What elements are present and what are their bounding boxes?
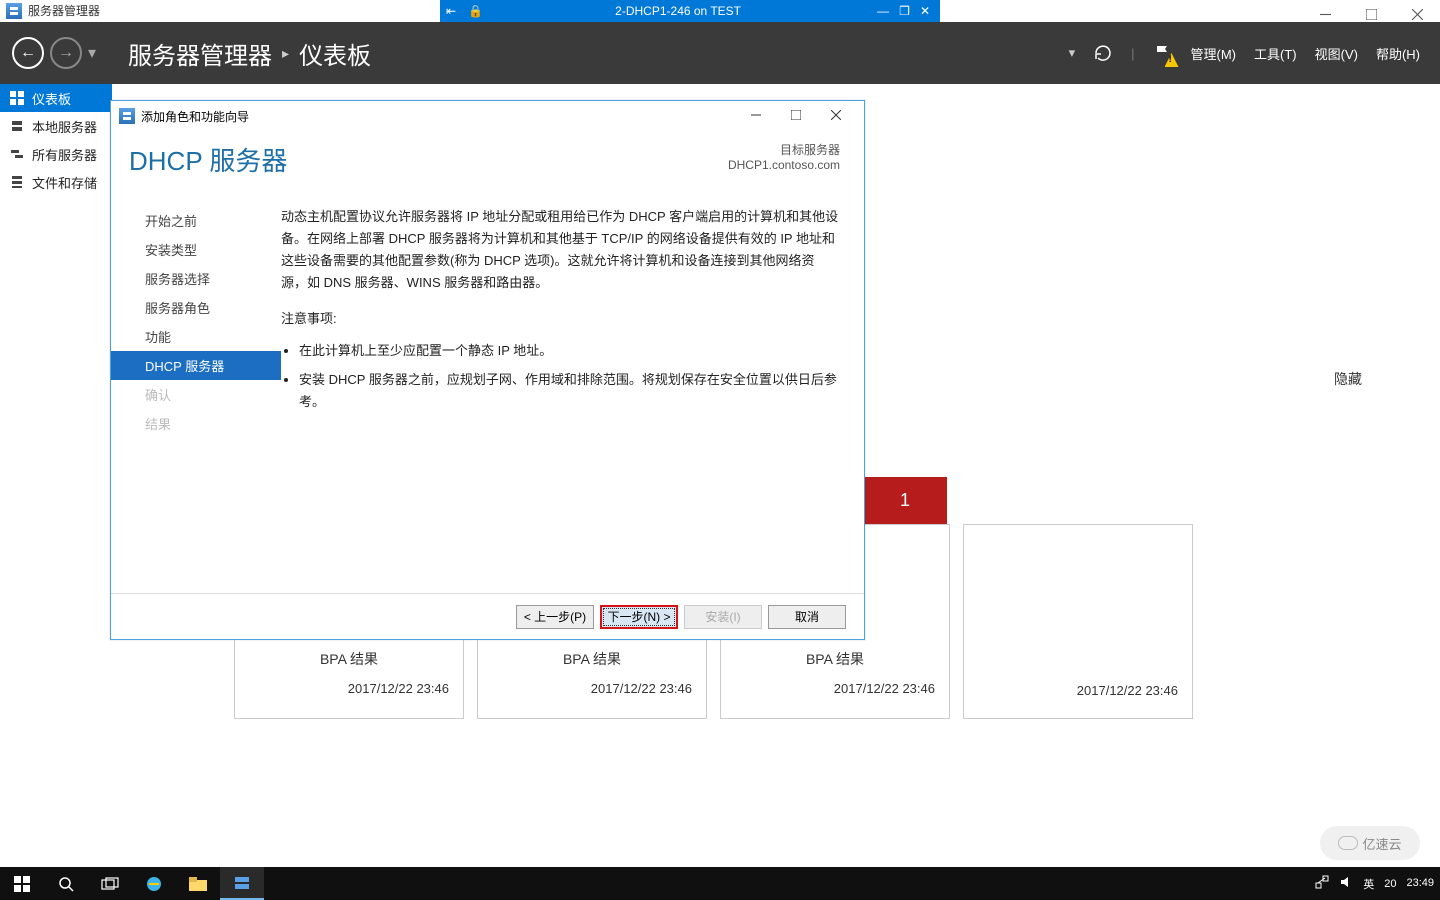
refresh-icon[interactable] xyxy=(1093,43,1113,63)
taskbar-ie-icon[interactable] xyxy=(132,867,176,900)
install-button: 安装(I) xyxy=(684,605,762,629)
search-button[interactable] xyxy=(44,867,88,900)
next-button[interactable]: 下一步(N) > xyxy=(600,605,678,629)
tile-bpa-label: BPA 结果 xyxy=(721,641,949,669)
dashboard-icon xyxy=(10,91,24,105)
app-title: 服务器管理器 xyxy=(28,2,100,19)
left-nav: 仪表板 本地服务器 所有服务器 文件和存储 xyxy=(0,84,112,867)
nav-forward-button[interactable]: → xyxy=(50,37,82,69)
tile-timestamp: 2017/12/22 23:46 xyxy=(721,669,949,696)
wizard-note-2: 安装 DHCP 服务器之前，应规划子网、作用域和排除范围。将规划保存在安全位置以… xyxy=(299,369,840,413)
wizard-close-button[interactable] xyxy=(816,109,856,123)
wizard-title-text: 添加角色和功能向导 xyxy=(141,108,249,125)
wizard-icon xyxy=(119,108,135,124)
nav-file-storage[interactable]: 文件和存储 xyxy=(0,168,112,196)
taskbar-explorer-icon[interactable] xyxy=(176,867,220,900)
cloud-icon xyxy=(1338,836,1358,850)
server-manager-icon xyxy=(6,3,22,19)
taskbar-server-manager-icon[interactable] xyxy=(220,867,264,900)
step-features[interactable]: 功能 xyxy=(139,322,281,351)
nav-local-server[interactable]: 本地服务器 xyxy=(0,112,112,140)
nav-dropdown-icon[interactable]: ▾ xyxy=(88,43,96,63)
vm-pin-icon[interactable]: ⇤ xyxy=(440,4,462,18)
system-tray: 英 20 23:49 xyxy=(1315,875,1440,892)
tray-date-hint[interactable]: 20 xyxy=(1384,878,1396,890)
wizard-note-1: 在此计算机上至少应配置一个静态 IP 地址。 xyxy=(299,340,840,362)
outer-window: ⇤ 🔒 2-DHCP1-246 on TEST — ❐ ✕ 服务器管理器 ← →… xyxy=(0,0,1440,900)
vm-lock-icon[interactable]: 🔒 xyxy=(462,4,489,18)
tray-network-icon[interactable] xyxy=(1315,875,1329,892)
nav-dashboard-label: 仪表板 xyxy=(32,89,71,108)
taskbar: 英 20 23:49 xyxy=(0,867,1440,900)
alert-count-badge[interactable]: 1 xyxy=(863,477,947,524)
step-server-roles[interactable]: 服务器角色 xyxy=(139,293,281,322)
vm-minimize-button[interactable]: — xyxy=(877,4,889,18)
wizard-body-text: 动态主机配置协议允许服务器将 IP 地址分配或租用给已作为 DHCP 客户端启用… xyxy=(281,206,840,294)
tray-time: 23:49 xyxy=(1406,877,1434,889)
header-bar: ← → ▾ 服务器管理器 ▸ 仪表板 ▾ | 管理(M) 工具(T) 视图(V)… xyxy=(0,22,1440,84)
task-view-button[interactable] xyxy=(88,867,132,900)
tray-volume-icon[interactable] xyxy=(1339,875,1353,892)
wizard-steps-nav: 开始之前 安装类型 服务器选择 服务器角色 功能 DHCP 服务器 确认 结果 xyxy=(111,206,281,578)
previous-button[interactable]: < 上一步(P) xyxy=(516,605,594,629)
vm-close-button[interactable]: ✕ xyxy=(920,4,930,18)
nav-all-label: 所有服务器 xyxy=(32,145,97,164)
start-button[interactable] xyxy=(0,867,44,900)
menu-tools[interactable]: 工具(T) xyxy=(1254,44,1297,63)
step-dhcp-server[interactable]: DHCP 服务器 xyxy=(111,351,281,380)
watermark-text: 亿速云 xyxy=(1362,834,1401,853)
tile-timestamp: 2017/12/22 23:46 xyxy=(478,669,706,696)
wizard-button-row: < 上一步(P) 下一步(N) > 安装(I) 取消 xyxy=(111,593,864,639)
breadcrumb-root[interactable]: 服务器管理器 xyxy=(128,36,272,71)
tile-bpa-label: BPA 结果 xyxy=(478,641,706,669)
breadcrumb-current: 仪表板 xyxy=(299,36,371,71)
vm-restore-button[interactable]: ❐ xyxy=(899,4,910,18)
menu-help[interactable]: 帮助(H) xyxy=(1376,44,1420,63)
wizard-heading: DHCP 服务器 xyxy=(129,141,728,178)
step-results: 结果 xyxy=(139,409,281,438)
nav-back-button[interactable]: ← xyxy=(12,37,44,69)
wizard-titlebar[interactable]: 添加角色和功能向导 xyxy=(111,101,864,131)
nav-all-servers[interactable]: 所有服务器 xyxy=(0,140,112,168)
storage-icon xyxy=(10,175,24,189)
add-roles-wizard-dialog: 添加角色和功能向导 DHCP 服务器 目标服务器 DHCP1.contoso.c… xyxy=(110,100,865,640)
target-label: 目标服务器 xyxy=(728,141,840,158)
cancel-button[interactable]: 取消 xyxy=(768,605,846,629)
dashboard-tile-4[interactable]: 2017/12/22 23:46 xyxy=(963,524,1193,719)
breadcrumb: 服务器管理器 ▸ 仪表板 xyxy=(128,36,371,71)
vm-title: 2-DHCP1-246 on TEST xyxy=(489,4,867,18)
app-titlebar: 服务器管理器 xyxy=(6,2,100,19)
menu-view[interactable]: 视图(V) xyxy=(1315,44,1358,63)
step-server-selection[interactable]: 服务器选择 xyxy=(139,264,281,293)
nav-dashboard[interactable]: 仪表板 xyxy=(0,84,112,112)
step-confirmation: 确认 xyxy=(139,380,281,409)
wizard-maximize-button[interactable] xyxy=(776,109,816,123)
wizard-minimize-button[interactable] xyxy=(736,109,776,123)
nav-file-label: 文件和存储 xyxy=(32,173,97,192)
tray-clock[interactable]: 23:49 xyxy=(1406,877,1434,889)
tray-ime[interactable]: 英 xyxy=(1363,876,1374,892)
wizard-content: 动态主机配置协议允许服务器将 IP 地址分配或租用给已作为 DHCP 客户端启用… xyxy=(281,206,840,578)
server-icon xyxy=(10,119,24,133)
tile-bpa-label: BPA 结果 xyxy=(235,641,463,669)
tile-timestamp: 2017/12/22 23:46 xyxy=(235,669,463,696)
step-before-you-begin[interactable]: 开始之前 xyxy=(139,206,281,235)
chevron-right-icon: ▸ xyxy=(282,45,289,62)
watermark: 亿速云 xyxy=(1320,826,1420,860)
hide-link[interactable]: 隐藏 xyxy=(1334,369,1362,389)
nav-local-label: 本地服务器 xyxy=(32,117,97,136)
servers-icon xyxy=(10,147,24,161)
tile-timestamp: 2017/12/22 23:46 xyxy=(964,671,1192,698)
menu-dropdown-icon[interactable]: ▾ xyxy=(1069,45,1076,61)
menu-manage[interactable]: 管理(M) xyxy=(1191,44,1237,63)
target-server: DHCP1.contoso.com xyxy=(728,158,840,172)
vm-connection-bar: ⇤ 🔒 2-DHCP1-246 on TEST — ❐ ✕ xyxy=(440,0,940,22)
wizard-target-info: 目标服务器 DHCP1.contoso.com xyxy=(728,141,840,178)
step-installation-type[interactable]: 安装类型 xyxy=(139,235,281,264)
wizard-note-heading: 注意事项: xyxy=(281,308,840,330)
notifications-flag-icon[interactable] xyxy=(1153,43,1173,63)
